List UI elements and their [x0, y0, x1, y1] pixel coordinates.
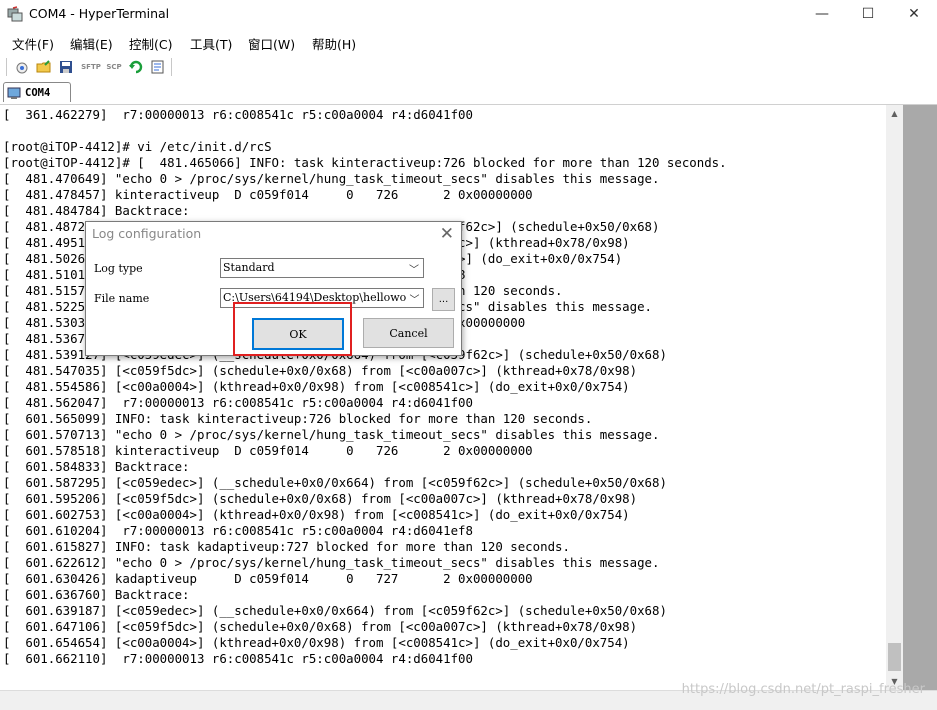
menu-window[interactable]: 窗口(W) — [248, 34, 295, 53]
scrollbar-thumb[interactable] — [888, 643, 901, 671]
tab-com4[interactable]: COM4 — [3, 82, 71, 102]
tab-label: COM4 — [25, 86, 51, 99]
terminal-line: [ 601.647106] [<c059f5dc>] (schedule+0x0… — [3, 619, 638, 634]
open-button[interactable] — [34, 57, 54, 77]
window-title: COM4 - HyperTerminal — [29, 6, 170, 21]
reconnect-icon — [129, 60, 143, 74]
browse-label: ... — [438, 294, 449, 305]
cancel-button[interactable]: Cancel — [363, 318, 454, 348]
properties-icon — [151, 60, 164, 74]
terminal-line: [ 481.554586] [<c00a0004>] (kthread+0x0/… — [3, 379, 630, 394]
terminal-line: [ 481.484784] Backtrace: — [3, 203, 190, 218]
watermark: https://blog.csdn.net/pt_raspi_fresher — [681, 682, 925, 697]
terminal-line: [ 601.630426] kadaptiveup D c059f014 0 7… — [3, 571, 533, 586]
ok-highlight-annotation — [233, 302, 352, 356]
reconnect-button[interactable] — [126, 57, 146, 77]
browse-button[interactable]: ... — [432, 288, 455, 311]
menu-help[interactable]: 帮助(H) — [312, 34, 356, 53]
minimize-icon: — — [815, 6, 829, 22]
sftp-button[interactable]: SFTP — [80, 57, 102, 77]
title-bar: COM4 - HyperTerminal — ☐ ✕ — [0, 0, 937, 28]
terminal-line: [ 481.478457] kinteractiveup D c059f014 … — [3, 187, 533, 202]
maximize-icon: ☐ — [861, 6, 875, 22]
close-icon: ✕ — [908, 6, 920, 22]
menu-file[interactable]: 文件(F) — [12, 34, 54, 53]
scroll-up-arrow-icon[interactable]: ▲ — [886, 105, 903, 122]
menu-tools[interactable]: 工具(T) — [190, 34, 232, 53]
chevron-down-icon[interactable]: ﹀ — [406, 289, 423, 307]
terminal-line: [ 601.584833] Backtrace: — [3, 459, 190, 474]
terminal-line: [ 481.562047] r7:00000013 r6:c008541c r5… — [3, 395, 473, 410]
terminal-text: [ 361.462279] r7:00000013 r6:c008541c r5… — [3, 107, 727, 667]
toolbar-grip — [6, 58, 7, 76]
terminal-line: [ 601.602753] [<c00a0004>] (kthread+0x0/… — [3, 507, 630, 522]
terminal-line: [root@iTOP-4412]# vi /etc/init.d/rcS — [3, 139, 272, 154]
right-gray-panel — [903, 105, 937, 690]
file-name-label: File name — [94, 292, 150, 305]
toolbar-separator — [171, 58, 172, 76]
log-type-select[interactable]: Standard ﹀ — [220, 258, 424, 278]
terminal-line: [ 601.610204] r7:00000013 r6:c008541c r5… — [3, 523, 473, 538]
chevron-down-icon: ﹀ — [409, 265, 419, 276]
terminal-line: [ 361.462279] r7:00000013 r6:c008541c r5… — [3, 107, 473, 122]
log-type-label: Log type — [94, 262, 143, 275]
terminal-line: [ 601.639187] [<c059edec>] (__schedule+0… — [3, 603, 667, 618]
menu-edit[interactable]: 编辑(E) — [70, 34, 113, 53]
terminal-line: [ 601.622612] "echo 0 > /proc/sys/kernel… — [3, 555, 660, 570]
close-button[interactable]: ✕ — [891, 0, 937, 28]
save-button[interactable] — [56, 57, 76, 77]
scp-button[interactable]: SCP — [103, 57, 125, 77]
terminal-line: [ 601.565099] INFO: task kinteractiveup:… — [3, 411, 593, 426]
session-tab-strip: COM4 — [0, 80, 937, 105]
terminal-output[interactable]: [ 361.462279] r7:00000013 r6:c008541c r5… — [0, 105, 886, 690]
toolbar: SFTP SCP — [0, 54, 937, 80]
terminal-line: [ 481.547035] [<c059f5dc>] (schedule+0x0… — [3, 363, 638, 378]
new-connection-button[interactable] — [12, 57, 32, 77]
new-connection-icon — [16, 62, 28, 74]
log-type-value: Standard — [223, 261, 275, 274]
terminal-line: [ 601.662110] r7:00000013 r6:c008541c r5… — [3, 651, 473, 666]
terminal-session-icon — [7, 87, 21, 99]
menu-control[interactable]: 控制(C) — [129, 34, 172, 53]
open-icon — [36, 60, 51, 73]
dialog-title: Log configuration — [92, 226, 202, 241]
scp-icon: SCP — [106, 63, 122, 71]
terminal-line: [root@iTOP-4412]# [ 481.465066] INFO: ta… — [3, 155, 727, 170]
terminal-line: [ 481.470649] "echo 0 > /proc/sys/kernel… — [3, 171, 660, 186]
maximize-button[interactable]: ☐ — [845, 0, 891, 28]
terminal-line: [ 601.654654] [<c00a0004>] (kthread+0x0/… — [3, 635, 630, 650]
minimize-button[interactable]: — — [799, 0, 845, 28]
terminal-line: [ 601.636760] Backtrace: — [3, 587, 190, 602]
terminal-line: [ 601.578518] kinteractiveup D c059f014 … — [3, 443, 533, 458]
properties-button[interactable] — [148, 57, 168, 77]
menu-bar: 文件(F) 编辑(E) 控制(C) 工具(T) 窗口(W) 帮助(H) — [0, 30, 937, 52]
save-icon — [60, 61, 72, 73]
terminal-line: [ 601.615827] INFO: task kadaptiveup:727… — [3, 539, 570, 554]
sftp-icon: SFTP — [81, 63, 101, 71]
terminal-line: [ 601.570713] "echo 0 > /proc/sys/kernel… — [3, 427, 660, 442]
vertical-scrollbar[interactable]: ▲ ▼ — [886, 105, 903, 690]
hyperterminal-app-icon — [7, 6, 23, 22]
terminal-line: [ 601.587295] [<c059edec>] (__schedule+0… — [3, 475, 667, 490]
terminal-line: [ 601.595206] [<c059f5dc>] (schedule+0x0… — [3, 491, 638, 506]
cancel-label: Cancel — [389, 326, 428, 340]
dialog-close-icon[interactable]: ✕ — [440, 224, 454, 244]
